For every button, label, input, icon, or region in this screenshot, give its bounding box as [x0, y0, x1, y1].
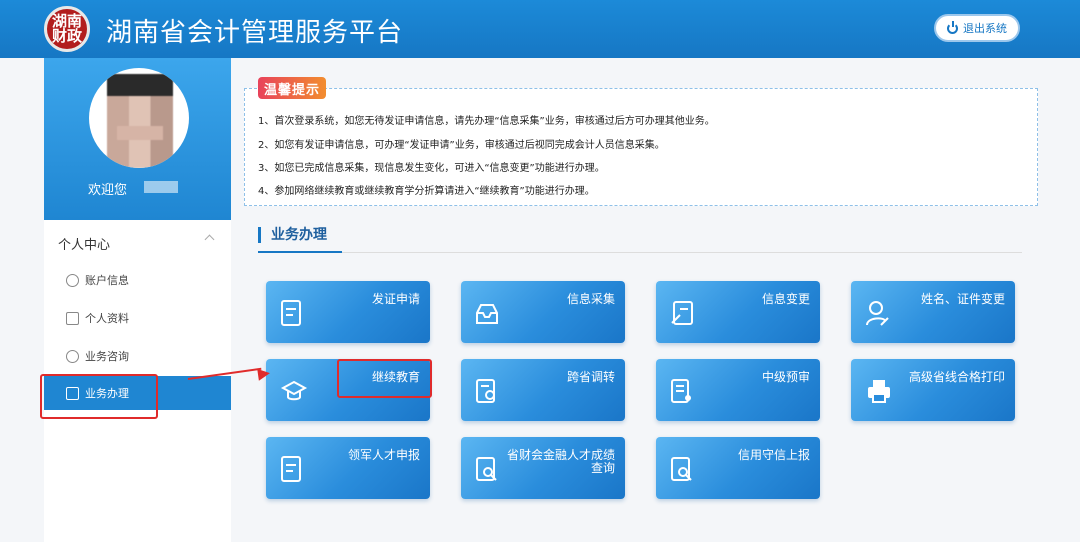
search-doc-icon [671, 457, 692, 481]
review-icon [671, 379, 691, 403]
sidebar-item-label: 个人资料 [85, 312, 129, 325]
tile-label: 省财会金融人才成绩查询 [506, 448, 615, 475]
tile-label: 高级省线合格打印 [908, 370, 1005, 384]
tile-info-change[interactable]: 信息变更 [656, 281, 820, 343]
section-underline [258, 251, 342, 253]
tile-label: 信息采集 [566, 292, 615, 306]
notice-badge: 温馨提示 [258, 77, 327, 99]
tile-certificate-application[interactable]: 发证申请 [266, 281, 430, 343]
avatar [89, 68, 189, 168]
profile-panel: 欢迎您 [44, 58, 231, 220]
section-divider [258, 252, 1022, 253]
logout-label: 退出系统 [963, 22, 1007, 35]
menu-section-personal-center[interactable]: 个人中心 [44, 226, 231, 258]
header-bar: 湖南财政 湖南省会计管理服务平台 退出系统 [0, 0, 1080, 58]
sidebar-item-account-info[interactable]: 账户信息 [44, 263, 231, 297]
avatar-image [107, 74, 173, 168]
logo-text: 湖南财政 [51, 12, 82, 45]
graduation-cap-icon [280, 380, 308, 401]
tile-label: 跨省调转 [566, 370, 615, 384]
menu-section-label: 个人中心 [58, 238, 111, 253]
tile-label: 中级预审 [761, 370, 810, 384]
tile-label: 信息变更 [761, 292, 810, 306]
arrow-annotation-head [257, 367, 271, 381]
logout-button[interactable]: 退出系统 [934, 14, 1020, 42]
certificate-icon [281, 456, 301, 482]
transfer-icon [476, 379, 495, 403]
search-doc-icon [476, 457, 497, 481]
welcome-username-redacted [144, 181, 178, 193]
tile-label: 领军人才申报 [347, 448, 420, 462]
highlight-box-continuing-education [337, 359, 432, 398]
chevron-up-icon [204, 234, 215, 245]
printer-icon [868, 380, 890, 403]
sidebar-item-personal-profile[interactable]: 个人资料 [44, 301, 231, 335]
user-icon [66, 273, 79, 287]
notice-line-1: 1、首次登录系统，如您无待发证申请信息，请先办理“信息采集”业务，审核通过后方可… [258, 116, 715, 127]
notice-line-3: 3、如您已完成信息采集，现信息发生变化，可进入“信息变更”功能进行办理。 [258, 163, 605, 174]
site-title: 湖南省会计管理服务平台 [106, 18, 404, 48]
section-title: 业务办理 [258, 227, 327, 243]
sidebar: 欢迎您 个人中心 账户信息 个人资料 业务咨询 业务办理 [44, 58, 231, 542]
profile-icon [66, 311, 79, 325]
inbox-icon [476, 304, 498, 324]
sidebar-item-label: 业务咨询 [85, 350, 129, 363]
tile-info-collection[interactable]: 信息采集 [461, 281, 625, 343]
welcome-text: 欢迎您 [88, 183, 128, 198]
tile-finance-talent-score-query[interactable]: 省财会金融人才成绩查询 [461, 437, 625, 499]
notice-line-4: 4、参加网络继续教育或继续教育学分折算请进入“继续教育”功能进行办理。 [258, 186, 595, 197]
sidebar-item-business-consulting[interactable]: 业务咨询 [44, 339, 231, 373]
tile-cross-province-transfer[interactable]: 跨省调转 [461, 359, 625, 421]
highlight-box-sidebar [40, 374, 158, 419]
sidebar-item-label: 账户信息 [85, 274, 129, 287]
user-edit-icon [866, 301, 889, 326]
tile-leading-talent-application[interactable]: 领军人才申报 [266, 437, 430, 499]
certificate-icon [281, 300, 301, 326]
logo: 湖南财政 [44, 6, 90, 52]
phone-icon [66, 349, 79, 363]
tile-label: 姓名、证件变更 [920, 292, 1005, 306]
tile-name-id-change[interactable]: 姓名、证件变更 [851, 281, 1015, 343]
tile-senior-qualification-print[interactable]: 高级省线合格打印 [851, 359, 1015, 421]
notice-line-2: 2、如您有发证申请信息，可办理“发证申请”业务，审核通过后视同完成会计人员信息采… [258, 140, 665, 151]
tile-label: 信用守信上报 [737, 448, 810, 462]
tile-credit-report[interactable]: 信用守信上报 [656, 437, 820, 499]
edit-doc-icon [671, 301, 693, 325]
power-icon [947, 20, 958, 34]
tile-intermediate-prereview[interactable]: 中级预审 [656, 359, 820, 421]
tile-label: 发证申请 [371, 292, 420, 306]
